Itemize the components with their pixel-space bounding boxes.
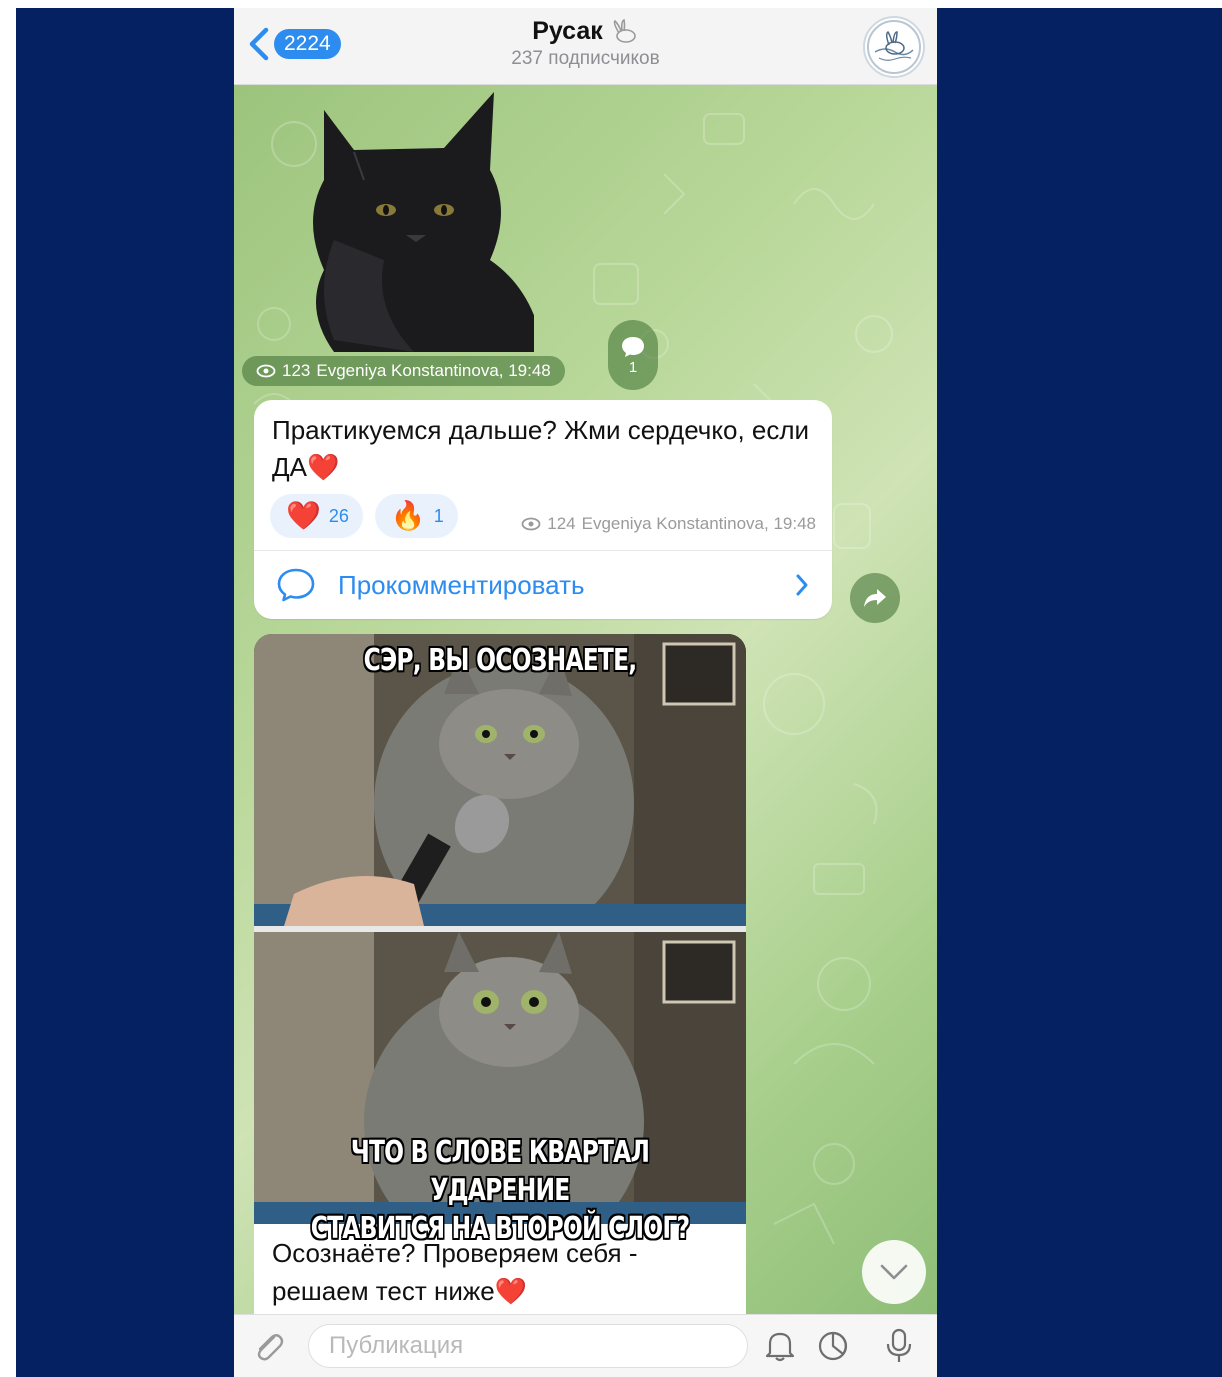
publication-input[interactable] (308, 1324, 748, 1368)
sticker-comments-button[interactable]: 1 (608, 320, 658, 390)
sticker-comments-count: 1 (628, 358, 638, 376)
message-input-bar (234, 1314, 937, 1377)
channel-avatar[interactable] (863, 16, 925, 78)
text-message-bubble: Практикуемся дальше? Жми сердечко, если … (254, 400, 832, 619)
reactions-row: ❤️ 26 🔥 1 124 Evgeniya Konstantinova, 19… (254, 486, 832, 550)
channel-title: Русак (532, 17, 639, 46)
bell-icon[interactable] (764, 1329, 796, 1363)
meme-image[interactable]: СЭР, ВЫ ОСОЗНАЕТЕ, ЧТО В СЛОВЕ КВАРТАЛ У… (254, 634, 746, 1246)
reaction-heart-count: 26 (328, 505, 349, 526)
reaction-fire-count: 1 (433, 505, 444, 526)
message-views: 124 (547, 514, 576, 533)
telegram-screen: 2224 Русак 237 подписчиков 123 Evgeniya … (234, 8, 937, 1377)
comment-link[interactable]: Прокомментировать (254, 550, 832, 619)
share-arrow-icon (864, 589, 886, 607)
timer-icon[interactable] (816, 1329, 850, 1363)
share-button[interactable] (850, 573, 900, 623)
channel-name: Русак (532, 17, 603, 45)
comment-bubble-icon (277, 568, 315, 602)
message-meta: 124 Evgeniya Konstantinova, 19:48 (521, 498, 816, 534)
reaction-heart[interactable]: ❤️ 26 (270, 494, 363, 538)
meme-caption-bottom-line1: ЧТО В СЛОВЕ КВАРТАЛ УДАРЕНИЕ (350, 1135, 650, 1208)
sticker-meta: 123 Evgeniya Konstantinova, 19:48 (242, 356, 565, 386)
microphone-icon[interactable] (884, 1327, 914, 1365)
meme-caption-bottom-line2: СТАВИТСЯ НА ВТОРОЙ СЛОГ? (310, 1211, 690, 1246)
sticker-views: 123 (282, 361, 311, 380)
subscriber-count: 237 подписчиков (511, 48, 660, 69)
meme-caption-top: СЭР, ВЫ ОСОЗНАЕТЕ, (363, 643, 638, 678)
scroll-down-button[interactable] (862, 1240, 926, 1304)
heart-icon: ❤️ (286, 500, 321, 531)
rabbit-icon (613, 18, 636, 43)
eye-icon (521, 517, 541, 531)
rabbit-logo-icon (867, 20, 921, 74)
message-author-time: Evgeniya Konstantinova, 19:48 (581, 514, 816, 533)
meme-panel-top: СЭР, ВЫ ОСОЗНАЕТЕ, (254, 634, 746, 926)
message-text: Практикуемся дальше? Жми сердечко, если … (272, 415, 810, 482)
meme-post: СЭР, ВЫ ОСОЗНАЕТЕ, ЧТО В СЛОВЕ КВАРТАЛ У… (254, 634, 746, 1324)
sticker-author-time: Evgeniya Konstantinova, 19:48 (316, 361, 551, 380)
chevron-down-icon (880, 1264, 908, 1280)
chevron-right-icon (796, 574, 808, 596)
black-cat-sticker[interactable] (294, 90, 534, 352)
channel-header: 2224 Русак 237 подписчиков (234, 8, 937, 85)
reaction-fire[interactable]: 🔥 1 (374, 494, 458, 538)
meme-caption-bottom: ЧТО В СЛОВЕ КВАРТАЛ УДАРЕНИЕ СТАВИТСЯ НА… (308, 1134, 692, 1248)
paperclip-icon[interactable] (250, 1329, 286, 1365)
fire-icon: 🔥 (390, 500, 426, 531)
eye-icon (256, 364, 276, 378)
channel-title-block[interactable]: Русак 237 подписчиков (234, 17, 937, 70)
comment-bubble-icon (622, 336, 644, 357)
comment-link-label: Прокомментировать (338, 569, 585, 600)
